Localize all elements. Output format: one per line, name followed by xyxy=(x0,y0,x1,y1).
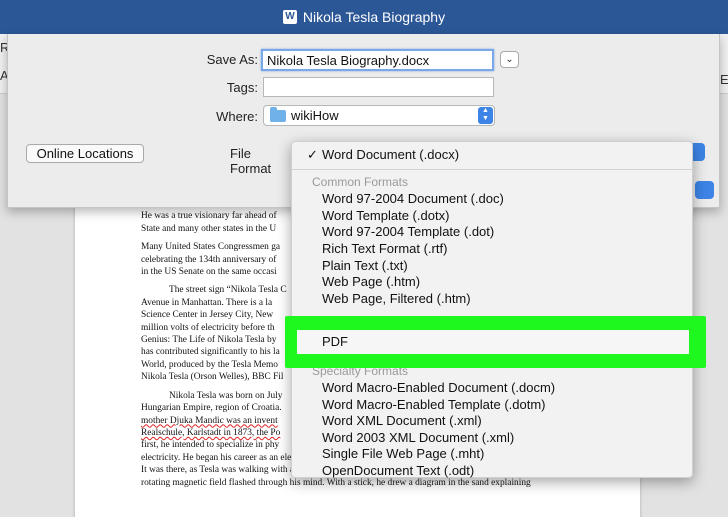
toolbar-fragment-right: E xyxy=(720,72,728,87)
tags-input[interactable] xyxy=(263,77,494,97)
folder-icon xyxy=(270,106,286,122)
where-popup-button[interactable]: wikiHow ▲ ▼ xyxy=(263,105,495,126)
menu-item-pdf[interactable]: PDF xyxy=(297,330,689,354)
window-title: Nikola Tesla Biography xyxy=(302,9,446,25)
menu-item-mht[interactable]: Single File Web Page (.mht) xyxy=(322,446,484,461)
window-title-bar: W Nikola Tesla Biography xyxy=(0,0,728,34)
file-format-menu: ✓ Word Document (.docx) Common Formats W… xyxy=(291,141,694,478)
word-document-icon: W xyxy=(282,10,297,24)
common-formats-heading: Common Formats xyxy=(312,175,409,189)
menu-item-odt[interactable]: OpenDocument Text (.odt) xyxy=(322,463,474,478)
where-label: Where: xyxy=(216,109,258,124)
save-as-label: Save As: xyxy=(206,52,258,67)
chevron-down-icon: ⌄ xyxy=(505,54,514,65)
menu-item-rtf[interactable]: Rich Text Format (.rtf) xyxy=(322,241,447,256)
file-format-label: File Format xyxy=(230,146,272,176)
menu-item-docm[interactable]: Word Macro-Enabled Document (.docm) xyxy=(322,380,555,395)
checkmark-icon: ✓ xyxy=(307,147,318,162)
menu-separator xyxy=(292,169,694,170)
up-down-arrows-icon: ▲ ▼ xyxy=(478,107,493,124)
save-button-edge[interactable] xyxy=(695,181,714,199)
menu-item-dotx[interactable]: Word Template (.dotx) xyxy=(322,208,449,223)
menu-item-doc[interactable]: Word 97-2004 Document (.doc) xyxy=(322,191,504,206)
where-value: wikiHow xyxy=(291,108,339,123)
menu-item-htm-filtered[interactable]: Web Page, Filtered (.htm) xyxy=(322,291,471,306)
menu-item-dotm[interactable]: Word Macro-Enabled Template (.dotm) xyxy=(322,397,546,412)
save-as-input[interactable]: Nikola Tesla Biography.docx xyxy=(261,49,494,71)
online-locations-button[interactable]: Online Locations xyxy=(26,144,144,163)
expand-dialog-button[interactable]: ⌄ xyxy=(500,51,519,68)
menu-item-xml[interactable]: Word XML Document (.xml) xyxy=(322,413,482,428)
menu-item-xml-2003[interactable]: Word 2003 XML Document (.xml) xyxy=(322,430,514,445)
menu-item-dot[interactable]: Word 97-2004 Template (.dot) xyxy=(322,224,494,239)
tags-label: Tags: xyxy=(226,80,258,95)
menu-item-docx[interactable]: Word Document (.docx) xyxy=(322,147,459,162)
menu-item-txt[interactable]: Plain Text (.txt) xyxy=(322,258,408,273)
menu-item-htm[interactable]: Web Page (.htm) xyxy=(322,274,420,289)
